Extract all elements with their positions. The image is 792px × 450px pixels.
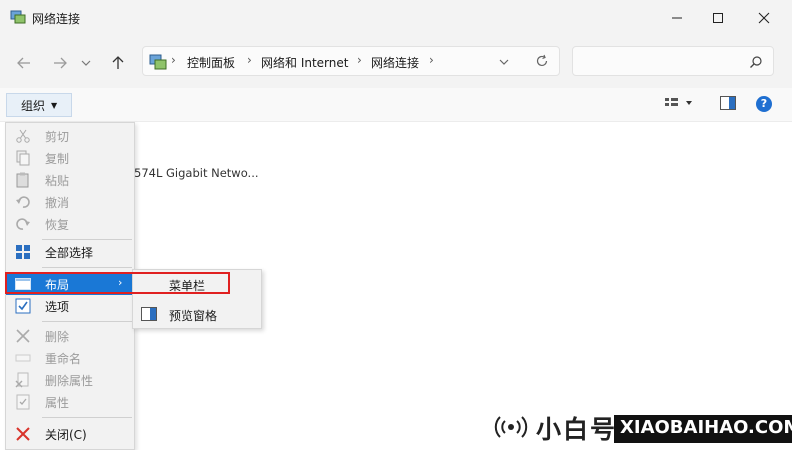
address-bar[interactable]: › 控制面板 › 网络和 Internet › 网络连接 › bbox=[142, 46, 560, 76]
help-icon[interactable]: ? bbox=[756, 96, 772, 112]
minimize-icon bbox=[672, 17, 682, 19]
scissors-icon bbox=[16, 129, 30, 143]
arrow-right-icon bbox=[54, 57, 67, 69]
submenu-item-label: 预览窗格 bbox=[169, 309, 218, 323]
properties-icon bbox=[16, 394, 30, 410]
close-button[interactable] bbox=[741, 0, 787, 36]
menu-item-label: 属性 bbox=[45, 396, 70, 410]
organize-label: 组织 bbox=[21, 98, 46, 113]
up-button[interactable] bbox=[106, 52, 130, 74]
menu-item-properties[interactable]: 属性 bbox=[6, 391, 134, 413]
redo-icon bbox=[16, 218, 30, 230]
menu-item-paste[interactable]: 粘贴 bbox=[6, 169, 134, 191]
breadcrumb-control-panel[interactable]: 控制面板 bbox=[187, 54, 235, 71]
search-icon bbox=[750, 56, 762, 68]
watermark-en-text: XIAOBAIHAO.COM bbox=[614, 415, 792, 443]
menu-item-label: 复制 bbox=[45, 152, 70, 166]
menu-item-cut[interactable]: 剪切 bbox=[6, 125, 134, 147]
breadcrumb-network-connections[interactable]: 网络连接 bbox=[371, 54, 419, 71]
remove-properties-icon bbox=[15, 372, 29, 388]
chevron-down-icon bbox=[81, 60, 91, 66]
paste-icon bbox=[16, 172, 29, 188]
menu-item-label: 剪切 bbox=[45, 130, 70, 144]
menu-item-label: 撤消 bbox=[45, 196, 70, 210]
submenu-item-preview-pane[interactable]: 预览窗格 bbox=[133, 302, 261, 326]
close-x-icon bbox=[16, 427, 30, 441]
minimize-button[interactable] bbox=[654, 0, 700, 36]
preview-pane-icon bbox=[720, 96, 736, 110]
preview-pane-button[interactable] bbox=[720, 96, 736, 113]
delete-icon bbox=[16, 329, 30, 343]
options-icon bbox=[15, 298, 31, 314]
menu-item-label: 全部选择 bbox=[45, 246, 94, 260]
network-connections-icon bbox=[10, 10, 26, 24]
menu-item-delete[interactable]: 删除 bbox=[6, 325, 134, 347]
view-options-button[interactable] bbox=[664, 97, 692, 114]
menu-item-rename[interactable]: 重命名 bbox=[6, 347, 134, 369]
menu-item-label: 删除属性 bbox=[45, 374, 94, 388]
undo-icon bbox=[16, 196, 30, 208]
forward-button[interactable] bbox=[48, 52, 72, 74]
network-adapter-label[interactable]: 574L Gigabit Netwo... bbox=[134, 166, 259, 180]
arrow-left-icon bbox=[17, 57, 30, 69]
menu-separator bbox=[42, 267, 132, 268]
organize-button[interactable]: 组织 ▼ bbox=[6, 93, 72, 117]
maximize-icon bbox=[713, 13, 723, 23]
control-panel-icon bbox=[149, 54, 167, 70]
watermark-logo: 小白号 XIAOBAIHAO.COM bbox=[488, 408, 792, 446]
menu-separator bbox=[42, 321, 132, 322]
breadcrumb-separator: › bbox=[429, 53, 434, 67]
arrow-up-icon bbox=[112, 56, 124, 69]
menu-item-label: 恢复 bbox=[45, 218, 70, 232]
menu-item-redo[interactable]: 恢复 bbox=[6, 213, 134, 235]
annotation-highlight-box bbox=[5, 272, 230, 294]
search-input[interactable] bbox=[572, 46, 774, 76]
breadcrumb-separator: › bbox=[357, 53, 362, 67]
menu-item-close[interactable]: 关闭(C) bbox=[6, 423, 134, 445]
preview-pane-icon bbox=[141, 307, 157, 321]
breadcrumb-separator: › bbox=[247, 53, 252, 67]
menu-separator bbox=[42, 417, 132, 418]
broadcast-icon bbox=[494, 416, 528, 438]
copy-icon bbox=[16, 150, 30, 166]
command-bar: 组织 ▼ ? bbox=[0, 88, 792, 122]
address-dropdown-icon[interactable] bbox=[499, 58, 509, 66]
menu-item-label: 删除 bbox=[45, 330, 70, 344]
title-bar: 网络连接 bbox=[0, 0, 792, 36]
menu-item-copy[interactable]: 复制 bbox=[6, 147, 134, 169]
window-title: 网络连接 bbox=[32, 12, 81, 26]
menu-item-label: 重命名 bbox=[45, 352, 82, 366]
menu-item-select-all[interactable]: 全部选择 bbox=[6, 241, 134, 263]
caret-down-icon: ▼ bbox=[51, 100, 58, 110]
menu-item-label: 选项 bbox=[45, 300, 70, 314]
close-icon bbox=[758, 12, 770, 24]
recent-locations-button[interactable] bbox=[78, 52, 94, 74]
menu-item-label: 关闭(C) bbox=[45, 428, 87, 442]
menu-separator bbox=[42, 239, 132, 240]
rename-icon bbox=[15, 354, 31, 362]
menu-item-label: 粘贴 bbox=[45, 174, 70, 188]
menu-item-undo[interactable]: 撤消 bbox=[6, 191, 134, 213]
breadcrumb-separator: › bbox=[171, 53, 176, 67]
breadcrumb-network-internet[interactable]: 网络和 Internet bbox=[261, 54, 348, 71]
refresh-icon[interactable] bbox=[535, 54, 549, 68]
back-button[interactable] bbox=[12, 52, 36, 74]
watermark-cn-text: 小白号 bbox=[536, 415, 618, 444]
select-all-icon bbox=[16, 245, 30, 259]
menu-item-remove-properties[interactable]: 删除属性 bbox=[6, 369, 134, 391]
maximize-button[interactable] bbox=[695, 0, 741, 36]
menu-item-options[interactable]: 选项 bbox=[6, 295, 134, 317]
view-options-icon bbox=[665, 98, 692, 106]
